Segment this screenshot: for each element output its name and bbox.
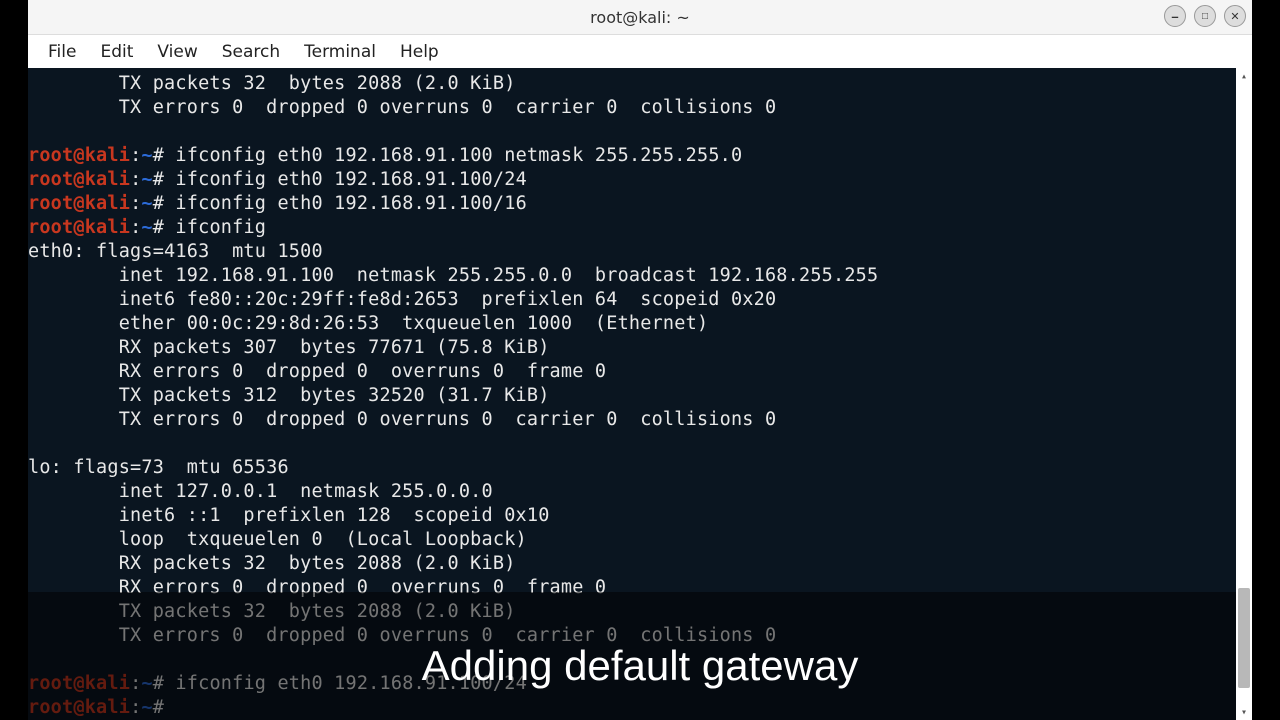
scroll-thumb[interactable] <box>1238 588 1250 688</box>
menu-view[interactable]: View <box>145 38 209 66</box>
close-button[interactable] <box>1224 5 1246 27</box>
menu-terminal[interactable]: Terminal <box>292 38 388 66</box>
menu-help[interactable]: Help <box>388 38 451 66</box>
terminal-output[interactable]: TX packets 32 bytes 2088 (2.0 KiB) TX er… <box>28 68 1236 720</box>
menu-search[interactable]: Search <box>210 38 292 66</box>
maximize-button[interactable] <box>1194 5 1216 27</box>
menubar: File Edit View Search Terminal Help <box>28 35 1252 68</box>
scroll-down-icon[interactable]: ▾ <box>1236 704 1252 720</box>
titlebar: root@kali: ~ <box>28 0 1252 35</box>
minimize-button[interactable] <box>1164 5 1186 27</box>
scrollbar[interactable]: ▴ ▾ <box>1236 68 1252 720</box>
terminal-window: root@kali: ~ File Edit View Search Termi… <box>28 0 1252 720</box>
window-title: root@kali: ~ <box>590 8 690 27</box>
scroll-up-icon[interactable]: ▴ <box>1236 68 1252 84</box>
window-controls <box>1164 5 1246 27</box>
terminal-area[interactable]: TX packets 32 bytes 2088 (2.0 KiB) TX er… <box>28 68 1252 720</box>
menu-edit[interactable]: Edit <box>88 38 145 66</box>
menu-file[interactable]: File <box>36 38 88 66</box>
